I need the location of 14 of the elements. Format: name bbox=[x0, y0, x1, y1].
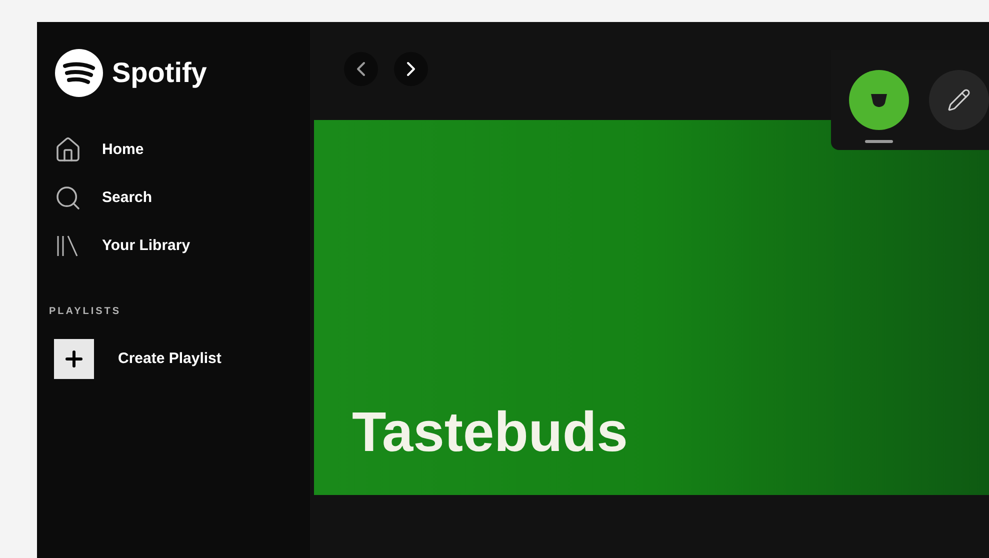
home-icon bbox=[54, 136, 82, 164]
selection-indicator bbox=[865, 140, 893, 143]
pencil-icon bbox=[947, 88, 971, 112]
section-title: PLAYLISTS bbox=[49, 305, 122, 319]
logo-text: Spotify bbox=[112, 56, 207, 90]
sidebar-item[interactable]: Search bbox=[54, 184, 310, 212]
banner-title: Tastebuds bbox=[352, 404, 628, 460]
sidebar-item[interactable]: Home bbox=[54, 136, 310, 164]
forward-button[interactable] bbox=[394, 52, 428, 86]
search-icon bbox=[54, 184, 82, 212]
logo-icon bbox=[54, 48, 104, 98]
back-button[interactable] bbox=[344, 52, 378, 86]
create-playlist-button[interactable]: Create Playlist bbox=[54, 339, 310, 379]
sidebar-item[interactable]: Your Library bbox=[54, 232, 310, 260]
